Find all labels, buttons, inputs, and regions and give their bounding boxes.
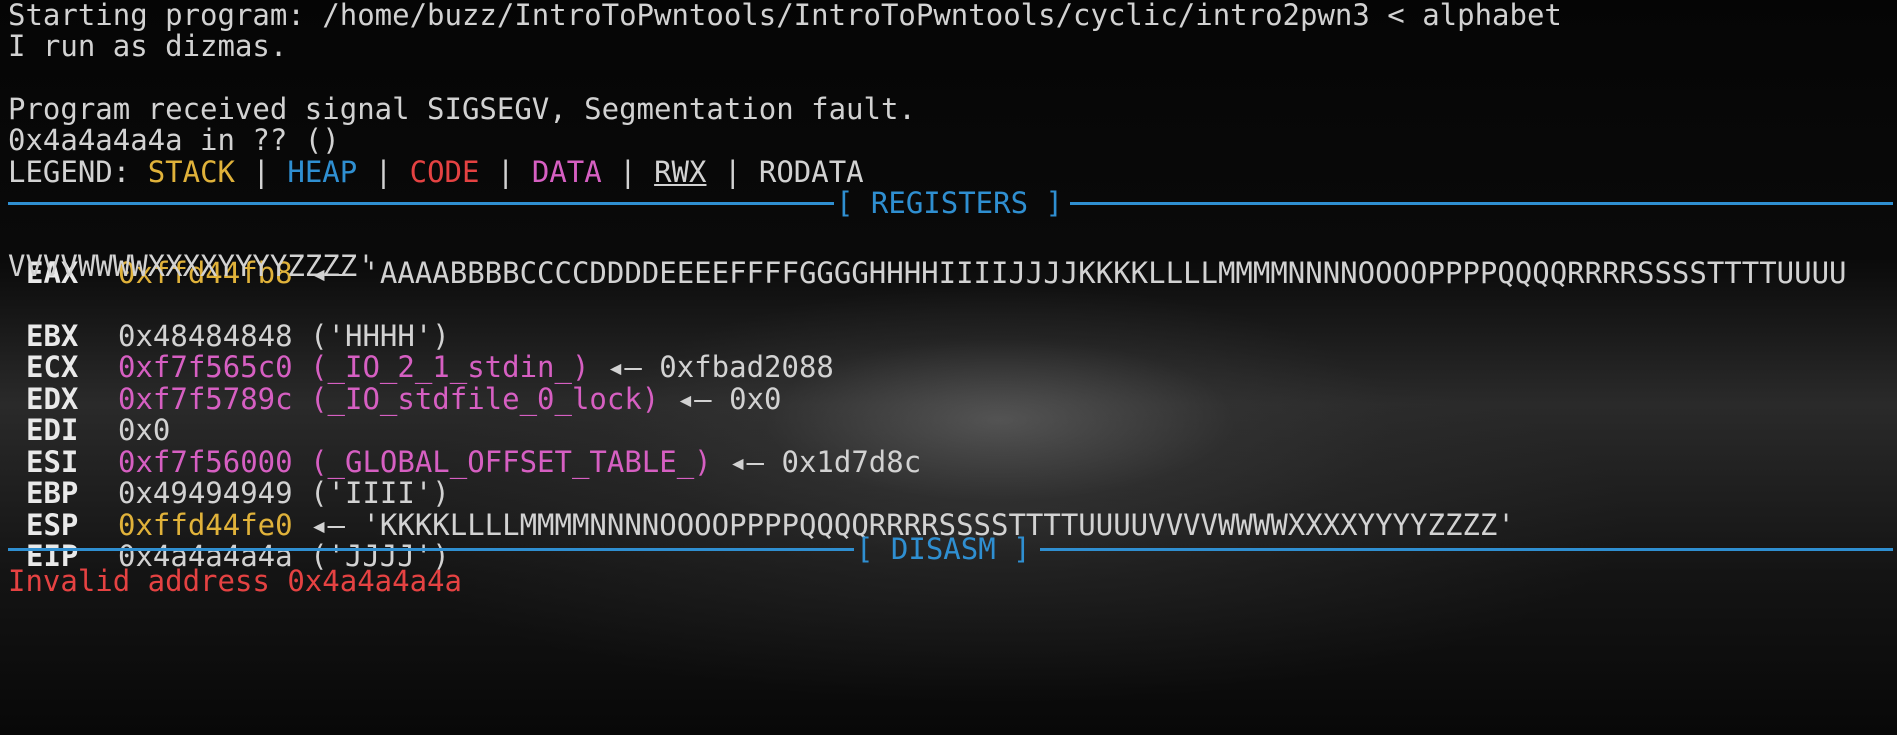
disasm-error-line: Invalid address 0x4a4a4a4a: [8, 564, 462, 598]
separator-rule-left: [8, 548, 854, 551]
program-output-line: I run as dizmas.: [8, 29, 288, 63]
separator-rule-left: [8, 202, 834, 205]
separator-rule-right: [1070, 202, 1893, 205]
separator-rule-right: [1040, 548, 1893, 551]
disasm-header: [ DISASM ]: [856, 532, 1031, 566]
terminal-output[interactable]: Starting program: /home/buzz/IntroToPwnt…: [8, 0, 1893, 735]
